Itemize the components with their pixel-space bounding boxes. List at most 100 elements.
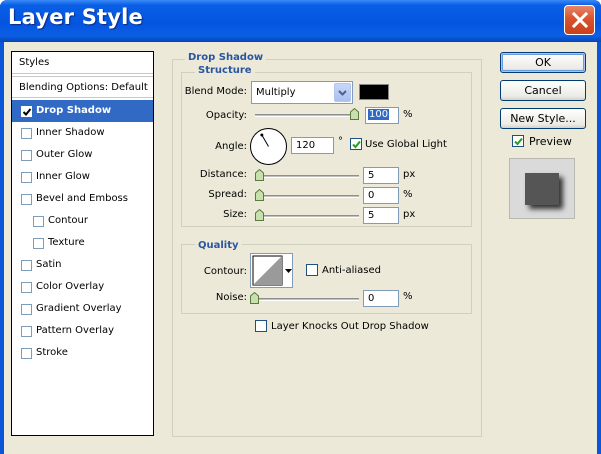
style-item-label: Stroke xyxy=(36,347,68,358)
preview-label[interactable]: Preview xyxy=(529,135,572,148)
window-border-right xyxy=(597,42,601,454)
use-global-light-label[interactable]: Use Global Light xyxy=(365,139,447,150)
style-item-inner-shadow[interactable]: Inner Shadow xyxy=(12,122,153,144)
style-item-label: Color Overlay xyxy=(36,281,105,292)
style-item-checkbox[interactable] xyxy=(21,348,32,359)
style-item-label: Satin xyxy=(36,259,62,270)
shadow-color-swatch[interactable] xyxy=(359,84,389,100)
distance-slider[interactable] xyxy=(255,169,359,181)
opacity-unit: % xyxy=(403,109,413,120)
style-item-contour[interactable]: Contour xyxy=(12,210,153,232)
noise-slider-track xyxy=(250,298,359,301)
style-item-checkbox[interactable] xyxy=(21,326,32,337)
style-item-checkbox[interactable] xyxy=(21,304,32,315)
contour-curve-icon xyxy=(252,254,292,287)
size-slider-thumb[interactable] xyxy=(255,209,264,221)
distance-label: Distance: xyxy=(199,169,247,180)
spread-slider[interactable] xyxy=(255,189,359,201)
use-global-light-checkbox[interactable] xyxy=(350,138,362,150)
style-item-gradient-overlay[interactable]: Gradient Overlay xyxy=(12,298,153,320)
styles-list: Styles Blending Options: Default Drop Sh… xyxy=(11,51,154,436)
styles-header[interactable]: Styles xyxy=(12,52,153,74)
style-item-stroke[interactable]: Stroke xyxy=(12,342,153,364)
style-item-label: Texture xyxy=(48,237,85,248)
spread-input[interactable]: 0 xyxy=(363,187,399,204)
distance-input[interactable]: 5 xyxy=(363,167,399,184)
anti-aliased-checkbox[interactable] xyxy=(306,264,318,276)
style-item-checkbox[interactable] xyxy=(33,238,44,249)
style-item-inner-glow[interactable]: Inner Glow xyxy=(12,166,153,188)
close-button[interactable] xyxy=(564,5,595,35)
spread-slider-track xyxy=(255,195,359,198)
distance-slider-thumb[interactable] xyxy=(255,169,264,181)
preview-checkbox[interactable] xyxy=(512,135,524,147)
window-title: Layer Style xyxy=(8,5,143,29)
size-label: Size: xyxy=(223,209,247,220)
style-item-satin[interactable]: Satin xyxy=(12,254,153,276)
style-item-label: Inner Shadow xyxy=(36,127,105,138)
style-item-checkbox[interactable] xyxy=(21,106,32,117)
noise-slider[interactable] xyxy=(250,292,359,304)
contour-picker[interactable] xyxy=(250,253,293,288)
style-item-texture[interactable]: Texture xyxy=(12,232,153,254)
style-item-checkbox[interactable] xyxy=(21,128,32,139)
style-item-color-overlay[interactable]: Color Overlay xyxy=(12,276,153,298)
spread-label: Spread: xyxy=(208,189,247,200)
size-value: 5 xyxy=(368,210,375,221)
style-item-label: Pattern Overlay xyxy=(36,325,115,336)
title-bar[interactable]: Layer Style xyxy=(0,0,601,42)
blend-mode-dropdown-button[interactable] xyxy=(334,83,351,102)
noise-slider-thumb[interactable] xyxy=(250,292,259,304)
layer-knocks-out-checkbox[interactable] xyxy=(255,320,267,332)
style-item-outer-glow[interactable]: Outer Glow xyxy=(12,144,153,166)
opacity-label: Opacity: xyxy=(205,110,247,121)
distance-value: 5 xyxy=(368,170,375,181)
style-item-label: Outer Glow xyxy=(36,149,93,160)
close-icon xyxy=(571,11,588,29)
chevron-down-icon xyxy=(338,90,347,96)
noise-input[interactable]: 0 xyxy=(363,290,399,307)
blending-options-label: Blending Options: Default xyxy=(19,82,148,93)
blending-options-item[interactable]: Blending Options: Default xyxy=(12,76,153,98)
opacity-slider-thumb[interactable] xyxy=(350,108,359,120)
style-item-checkbox[interactable] xyxy=(21,260,32,271)
checkmark-icon xyxy=(514,137,523,146)
opacity-slider[interactable] xyxy=(255,108,359,120)
size-slider-track xyxy=(255,215,359,218)
angle-dial[interactable] xyxy=(250,128,287,165)
style-item-checkbox[interactable] xyxy=(21,194,32,205)
blend-mode-value: Multiply xyxy=(256,87,296,98)
style-item-label: Bevel and Emboss xyxy=(36,193,128,204)
style-item-bevel-and-emboss[interactable]: Bevel and Emboss xyxy=(12,188,153,210)
angle-indicator-icon xyxy=(260,133,269,147)
style-item-drop-shadow[interactable]: Drop Shadow xyxy=(12,100,153,122)
contour-label: Contour: xyxy=(203,266,247,277)
checkmark-icon xyxy=(22,108,32,116)
style-item-label: Drop Shadow xyxy=(36,105,112,116)
style-item-checkbox[interactable] xyxy=(21,282,32,293)
opacity-value: 100 xyxy=(368,109,390,120)
style-item-pattern-overlay[interactable]: Pattern Overlay xyxy=(12,320,153,342)
angle-input[interactable]: 120 xyxy=(291,137,334,154)
layer-style-dialog: Layer Style Styles Blending Options: Def… xyxy=(0,0,601,454)
styles-header-label: Styles xyxy=(19,57,50,68)
style-item-checkbox[interactable] xyxy=(33,216,44,227)
style-item-checkbox[interactable] xyxy=(21,172,32,183)
checkmark-icon xyxy=(352,140,361,149)
layer-knocks-out-label[interactable]: Layer Knocks Out Drop Shadow xyxy=(271,321,429,332)
distance-unit: px xyxy=(403,169,416,180)
size-slider[interactable] xyxy=(255,209,359,221)
size-input[interactable]: 5 xyxy=(363,207,399,224)
ok-button[interactable]: OK xyxy=(500,52,586,73)
spread-slider-thumb[interactable] xyxy=(255,189,264,201)
noise-unit: % xyxy=(403,291,413,302)
anti-aliased-label[interactable]: Anti-aliased xyxy=(322,265,381,276)
style-preview xyxy=(509,158,575,219)
new-style-button[interactable]: New Style... xyxy=(500,108,586,129)
blend-mode-select[interactable]: Multiply xyxy=(251,81,353,104)
cancel-button[interactable]: Cancel xyxy=(500,80,586,101)
style-item-checkbox[interactable] xyxy=(21,150,32,161)
blend-mode-label: Blend Mode: xyxy=(184,86,247,97)
opacity-input[interactable]: 100 xyxy=(365,107,399,124)
noise-value: 0 xyxy=(368,293,375,304)
